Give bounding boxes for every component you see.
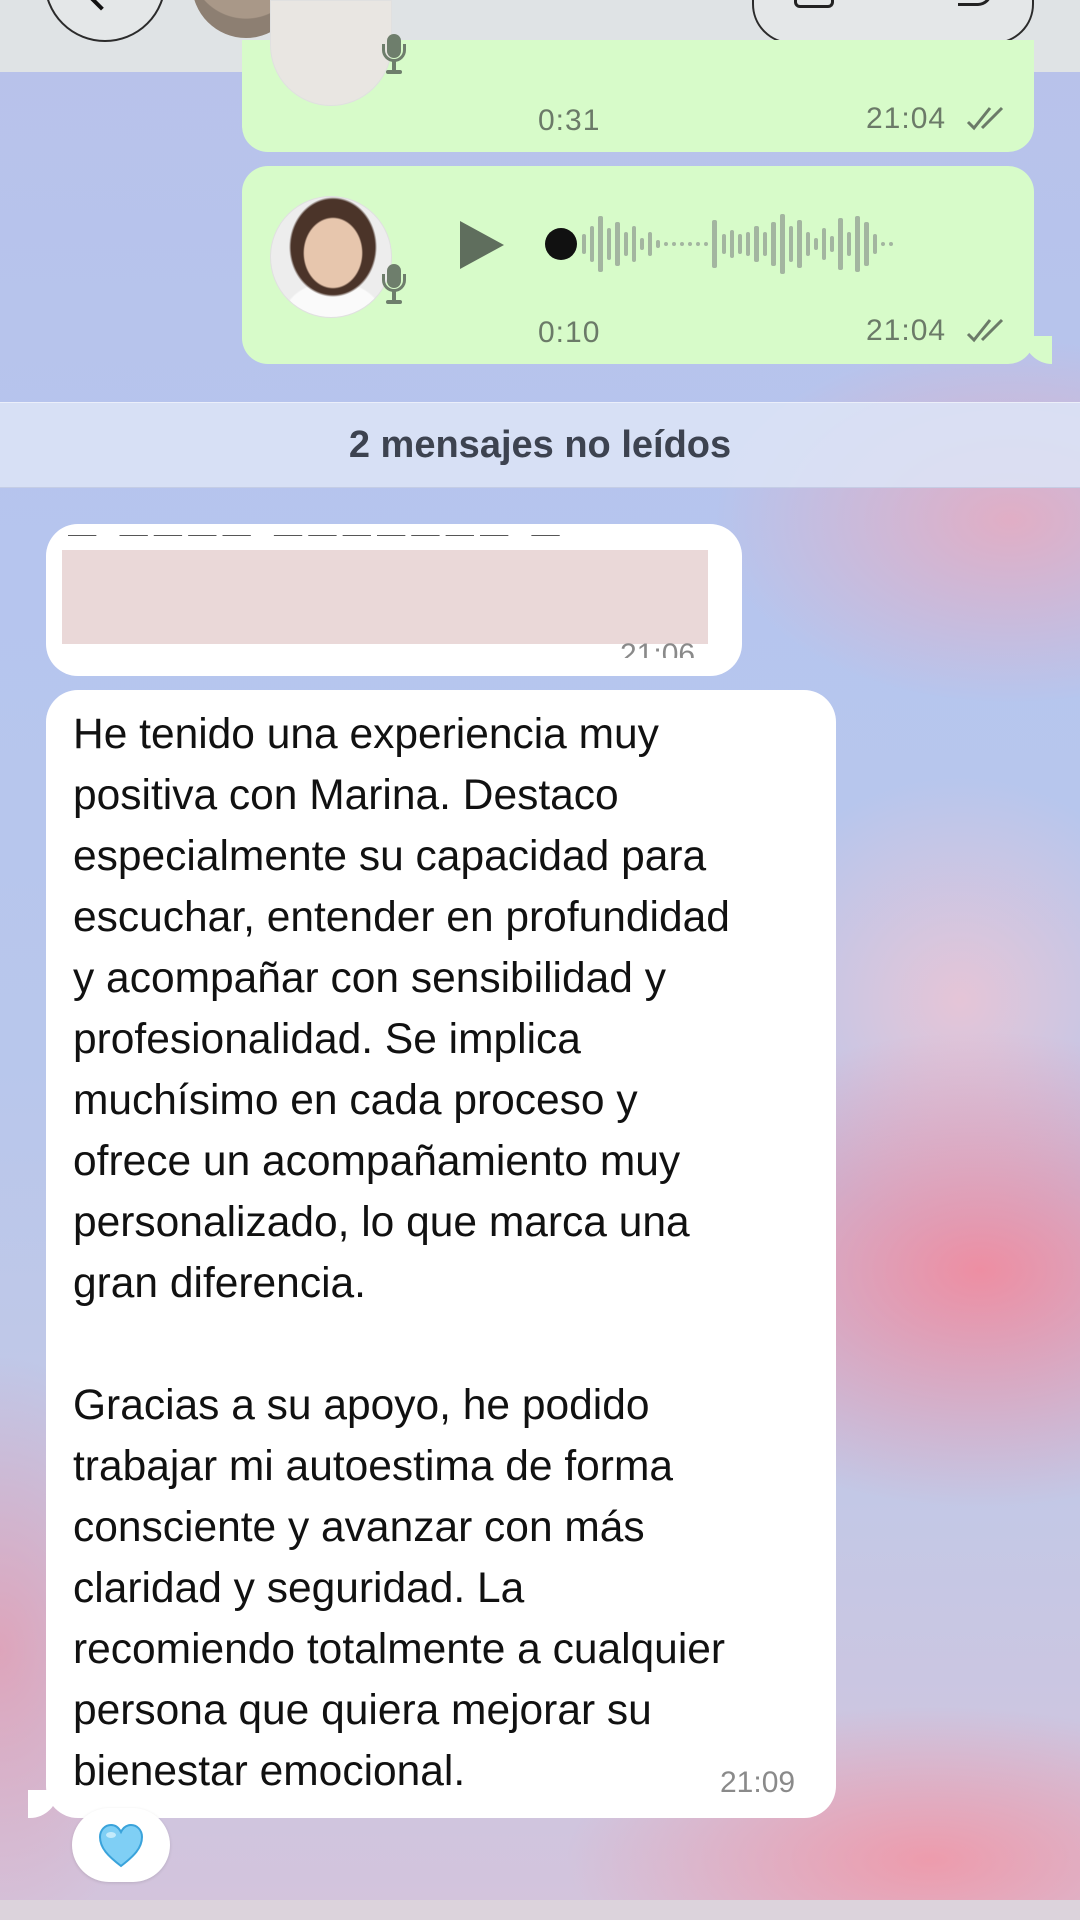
voice-duration: 0:31 (538, 104, 601, 137)
unread-messages-banner: 2 mensajes no leídos (0, 402, 1080, 488)
bottom-edge (0, 1900, 1080, 1920)
bubble-tail (1024, 336, 1052, 364)
sender-avatar (270, 196, 392, 318)
double-check-icon (966, 106, 1004, 131)
call-actions[interactable] (752, 0, 1034, 44)
blue-heart-icon (98, 1824, 144, 1868)
message-time: 21:09 (720, 1766, 796, 1799)
play-icon[interactable] (460, 221, 504, 269)
message-time: 21:04 (866, 314, 947, 347)
voice-duration: 0:10 (538, 316, 601, 349)
double-check-icon (966, 318, 1004, 343)
message-text: He tenido una experiencia muy positiva c… (73, 711, 730, 1795)
message-time: 21:04 (866, 102, 947, 135)
microphone-icon (382, 264, 406, 308)
bubble-tail (28, 1790, 58, 1818)
video-call-icon[interactable] (794, 0, 834, 8)
microphone-icon (382, 34, 406, 88)
message-time: 21:06 (620, 638, 696, 658)
redaction-block (62, 550, 708, 644)
waveform-scrubber[interactable] (544, 208, 984, 280)
